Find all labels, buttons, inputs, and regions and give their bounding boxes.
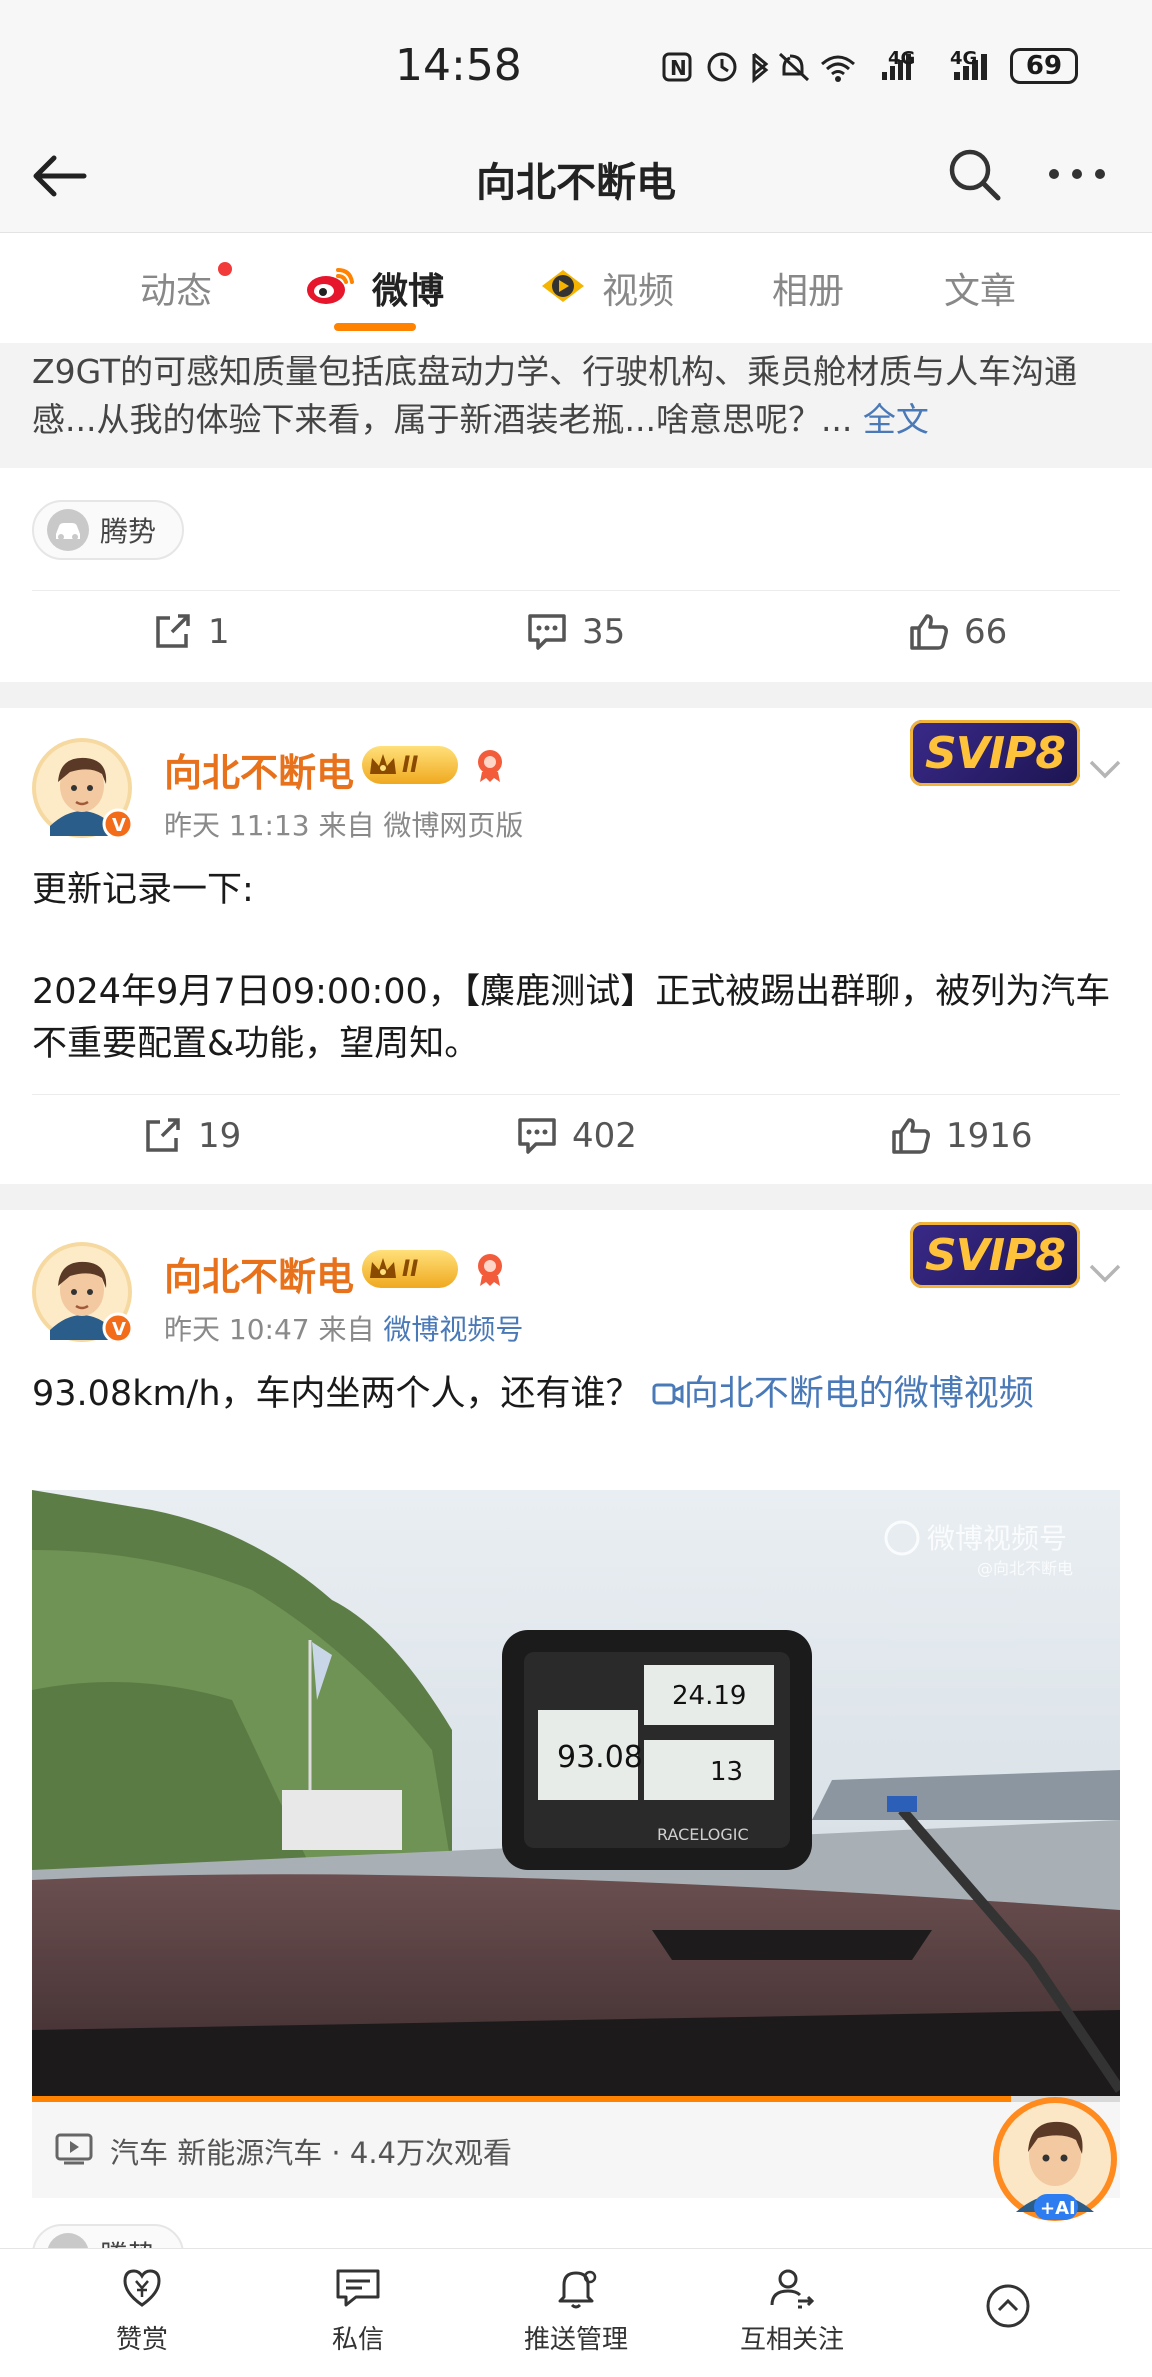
chevron-down-icon[interactable]	[1088, 1262, 1122, 1284]
repost-icon	[146, 1118, 180, 1152]
message-button[interactable]: 私信	[278, 2245, 438, 2375]
network-type-1: 4G	[888, 48, 916, 69]
weibo-logo-icon	[307, 268, 354, 304]
notification-dot	[218, 262, 232, 276]
member-badge: II	[362, 1250, 458, 1288]
source-link[interactable]: 微博视频号	[383, 1313, 523, 1346]
tab-active-indicator	[334, 323, 416, 331]
video-link[interactable]: 向北不断电的微博视频	[684, 1374, 1034, 1414]
bell-settings-icon	[558, 2270, 597, 2308]
repost-icon	[156, 614, 190, 648]
speed-reading: 93.08	[557, 1740, 643, 1775]
comment-icon	[528, 614, 566, 650]
ai-badge-label: +AI	[1040, 2198, 1076, 2219]
video-link-icon	[652, 1383, 684, 1405]
svip-badge: SVIP8	[910, 1222, 1080, 1288]
distance-reading: 24.19	[672, 1681, 746, 1711]
repost-button[interactable]: 19	[142, 1116, 241, 1156]
svip-badge: SVIP8	[910, 720, 1080, 786]
video-player[interactable]: RACELOGIC 93.08 24.19 13 微博视频号 @向北不断电	[32, 1490, 1120, 2100]
crown-icon	[370, 754, 396, 774]
video-tab-icon	[542, 270, 584, 302]
tab-weibo[interactable]: 微博	[372, 262, 444, 314]
video-watermark-sub: @向北不断电	[977, 1559, 1073, 1578]
crown-icon	[370, 1258, 396, 1278]
post-text-line2: 2024年9月7日09:00:00，【麋鹿测试】正式被踢出群聊，被列为汽车不重要…	[32, 972, 1111, 1064]
video-meta: 汽车 新能源汽车 · 4.4万次观看	[110, 2136, 512, 2170]
comment-button[interactable]: 35	[526, 612, 625, 652]
push-settings-button[interactable]: 推送管理	[496, 2245, 656, 2375]
topic-label: 腾势	[100, 515, 157, 548]
tab-dongtai[interactable]: 动态	[140, 262, 212, 314]
fan-badge-icon	[478, 750, 502, 782]
car-icon	[47, 509, 89, 551]
ai-assistant-avatar[interactable]: +AI	[990, 2094, 1120, 2224]
reward-icon	[123, 2268, 161, 2307]
mutual-follow-icon	[770, 2269, 815, 2308]
member-badge: II	[362, 746, 458, 784]
divider	[32, 1094, 1120, 1095]
like-button[interactable]: 66	[908, 612, 1007, 652]
like-button[interactable]: 1916	[890, 1116, 1033, 1156]
author-name[interactable]: 向北不断电	[164, 1246, 354, 1301]
post-excerpt: Z9GT的可感知质量包括底盘动力学、行驶机构、乘员舱材质与人车沟通感...从我的…	[32, 352, 1078, 439]
author-name[interactable]: 向北不断电	[164, 742, 354, 797]
post-text-line1: 更新记录一下:	[32, 870, 254, 910]
read-more-link[interactable]: 全文	[863, 400, 929, 439]
device-brand: RACELOGIC	[657, 1825, 749, 1844]
collapse-button[interactable]	[928, 2245, 1088, 2375]
divider	[32, 590, 1120, 591]
video-watermark: 微博视频号	[927, 1522, 1067, 1555]
status-icons: N	[662, 52, 911, 84]
post-text: 93.08km/h，车内坐两个人，还有谁？ 向北不断电的微博视频	[32, 1374, 1034, 1414]
topic-chip[interactable]: 腾势	[32, 500, 185, 560]
svg-text:V: V	[112, 1319, 126, 1340]
mutual-follow-button[interactable]: 互相关注	[712, 2245, 872, 2375]
chevron-up-circle-icon	[986, 2284, 1030, 2328]
status-time: 14:58	[395, 40, 522, 91]
search-icon[interactable]	[948, 148, 1002, 202]
more-icon[interactable]	[1046, 164, 1108, 184]
comment-button[interactable]: 402	[516, 1116, 637, 1156]
post-meta: 昨天 11:13 来自 微博网页版	[164, 809, 524, 842]
thumbs-up-icon	[892, 1118, 930, 1154]
battery-indicator: 69	[1010, 48, 1078, 84]
avatar[interactable]: V	[30, 736, 134, 840]
reward-button[interactable]: 赞赏	[62, 2245, 222, 2375]
play-video-icon	[55, 2133, 93, 2165]
svg-text:V: V	[112, 815, 126, 836]
tab-video[interactable]: 视频	[602, 262, 674, 314]
repost-button[interactable]: 1	[152, 612, 230, 652]
svg-text:N: N	[670, 56, 687, 80]
network-type-2: 4G	[950, 48, 978, 69]
comment-icon	[518, 1118, 556, 1154]
tab-album[interactable]: 相册	[772, 262, 844, 314]
time-reading: 13	[710, 1757, 743, 1787]
message-icon	[336, 2269, 380, 2306]
fan-badge-icon	[478, 1254, 502, 1286]
avatar[interactable]: V	[30, 1240, 134, 1344]
tab-articles[interactable]: 文章	[944, 262, 1016, 314]
post-meta: 昨天 10:47 来自 微博视频号	[164, 1313, 524, 1346]
video-frame: RACELOGIC 93.08 24.19 13 微博视频号 @向北不断电	[32, 1490, 1120, 2100]
thumbs-up-icon	[910, 614, 948, 650]
chevron-down-icon[interactable]	[1088, 758, 1122, 780]
